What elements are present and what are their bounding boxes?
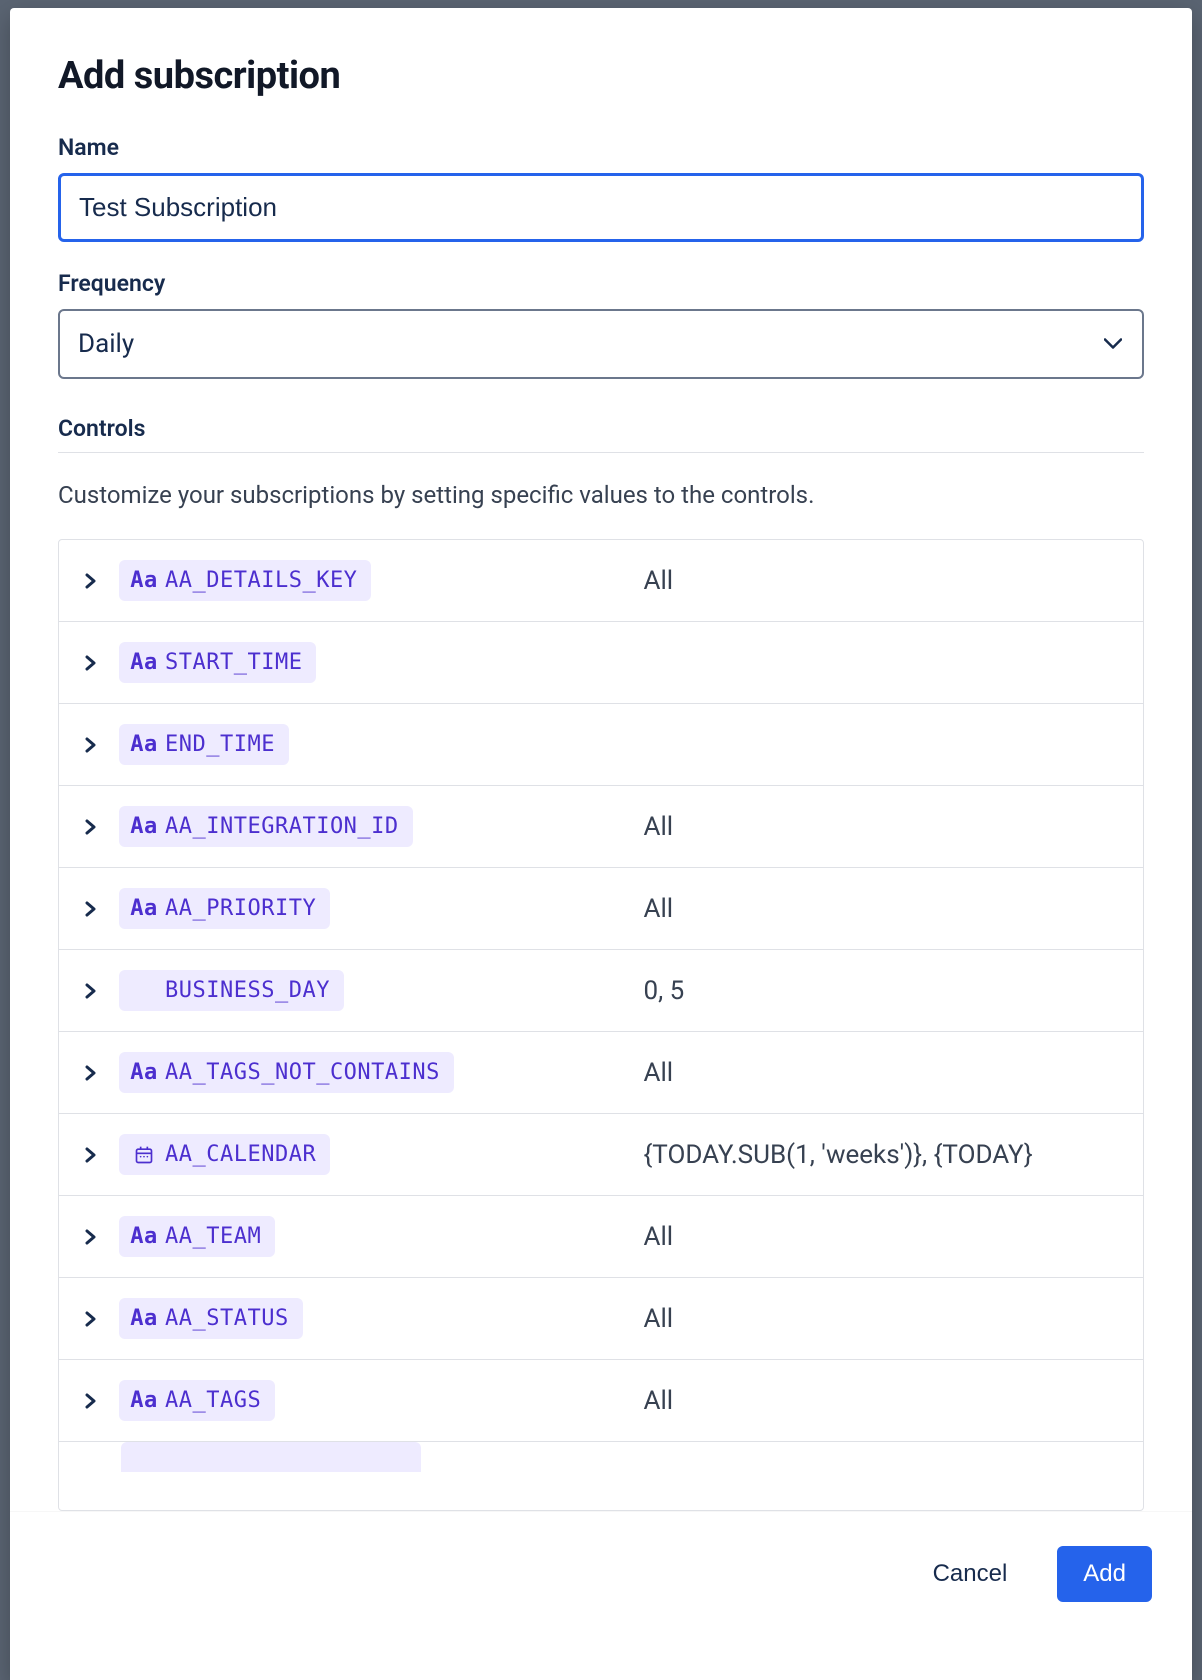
name-input[interactable] bbox=[58, 173, 1144, 242]
chevron-right-icon bbox=[85, 573, 97, 589]
controls-list: Aa AA_DETAILS_KEY All Aa START_TIME Aa END_TIM… bbox=[58, 539, 1144, 1511]
control-row[interactable]: AaBUSINESS_DAY 0, 5 bbox=[59, 950, 1143, 1032]
frequency-select[interactable]: Daily bbox=[58, 309, 1144, 379]
text-type-icon: Aa bbox=[133, 1224, 155, 1249]
control-param-chip: Aa AA_TAGS_NOT_CONTAINS bbox=[119, 1052, 454, 1093]
control-param-name: END_TIME bbox=[165, 732, 275, 757]
modal-footer: Cancel Add bbox=[10, 1511, 1192, 1680]
modal-title: Add subscription bbox=[58, 54, 1144, 98]
control-row[interactable]: Aa AA_STATUS All bbox=[59, 1278, 1143, 1360]
cancel-button[interactable]: Cancel bbox=[907, 1546, 1034, 1602]
control-param-chip: Aa AA_PRIORITY bbox=[119, 888, 330, 929]
control-param-name: AA_CALENDAR bbox=[165, 1142, 316, 1167]
expand-toggle[interactable] bbox=[71, 643, 111, 683]
expand-toggle[interactable] bbox=[71, 1053, 111, 1093]
chevron-right-icon bbox=[85, 1393, 97, 1409]
control-row[interactable]: Aa AA_TAGS_NOT_CONTAINS All bbox=[59, 1032, 1143, 1114]
control-param-chip: Aa AA_STATUS bbox=[119, 1298, 303, 1339]
control-param-name: AA_STATUS bbox=[165, 1306, 289, 1331]
control-value: All bbox=[643, 1304, 1143, 1334]
chevron-right-icon bbox=[85, 901, 97, 917]
control-row[interactable]: AA_CALENDAR {TODAY.SUB(1, 'weeks')}, {TOD… bbox=[59, 1114, 1143, 1196]
control-param-name: AA_TAGS_NOT_CONTAINS bbox=[165, 1060, 440, 1085]
expand-toggle[interactable] bbox=[71, 807, 111, 847]
control-value: All bbox=[643, 812, 1143, 842]
control-param-name: AA_TEAM bbox=[165, 1224, 261, 1249]
control-row[interactable] bbox=[59, 1442, 1143, 1472]
control-param-chip: Aa END_TIME bbox=[119, 724, 289, 765]
chevron-right-icon bbox=[85, 1065, 97, 1081]
chevron-right-icon bbox=[85, 819, 97, 835]
calendar-icon bbox=[133, 1145, 155, 1165]
control-param-name: AA_INTEGRATION_ID bbox=[165, 814, 399, 839]
control-param-chip: AaBUSINESS_DAY bbox=[119, 970, 344, 1011]
text-type-icon: Aa bbox=[133, 732, 155, 757]
expand-toggle[interactable] bbox=[71, 1135, 111, 1175]
control-param-name: START_TIME bbox=[165, 650, 302, 675]
expand-toggle[interactable] bbox=[71, 725, 111, 765]
control-param-chip: Aa AA_INTEGRATION_ID bbox=[119, 806, 413, 847]
text-type-icon: Aa bbox=[133, 568, 155, 593]
control-param-chip: Aa START_TIME bbox=[119, 642, 316, 683]
control-value: All bbox=[643, 566, 1143, 596]
control-param-chip: Aa AA_TAGS bbox=[119, 1380, 275, 1421]
text-type-icon: Aa bbox=[133, 1306, 155, 1331]
chevron-right-icon bbox=[85, 737, 97, 753]
control-param-name: AA_PRIORITY bbox=[165, 896, 316, 921]
frequency-value: Daily bbox=[58, 309, 1144, 379]
text-type-icon: Aa bbox=[133, 896, 155, 921]
control-row[interactable]: Aa AA_INTEGRATION_ID All bbox=[59, 786, 1143, 868]
expand-toggle[interactable] bbox=[71, 971, 111, 1011]
control-row[interactable]: Aa END_TIME bbox=[59, 704, 1143, 786]
expand-toggle[interactable] bbox=[71, 561, 111, 601]
control-param-chip: Aa AA_TEAM bbox=[119, 1216, 275, 1257]
control-value: All bbox=[643, 1058, 1143, 1088]
chevron-right-icon bbox=[85, 1147, 97, 1163]
expand-toggle[interactable] bbox=[71, 1299, 111, 1339]
text-type-icon: Aa bbox=[133, 1060, 155, 1085]
name-label: Name bbox=[58, 134, 1144, 161]
control-value: All bbox=[643, 1386, 1143, 1416]
frequency-field: Frequency Daily bbox=[58, 270, 1144, 379]
frequency-label: Frequency bbox=[58, 270, 1144, 297]
add-subscription-modal: Add subscription Name Frequency Daily Co… bbox=[10, 8, 1192, 1680]
control-value: All bbox=[643, 1222, 1143, 1252]
controls-section-header: Controls bbox=[58, 415, 1144, 453]
chevron-right-icon bbox=[85, 983, 97, 999]
control-row[interactable]: Aa START_TIME bbox=[59, 622, 1143, 704]
control-row[interactable]: Aa AA_TEAM All bbox=[59, 1196, 1143, 1278]
expand-toggle[interactable] bbox=[71, 1381, 111, 1421]
expand-toggle[interactable] bbox=[71, 1217, 111, 1257]
modal-body: Add subscription Name Frequency Daily Co… bbox=[10, 8, 1192, 1511]
name-field: Name bbox=[58, 134, 1144, 242]
control-row[interactable]: Aa AA_DETAILS_KEY All bbox=[59, 540, 1143, 622]
expand-toggle[interactable] bbox=[71, 889, 111, 929]
control-param-name: BUSINESS_DAY bbox=[165, 978, 330, 1003]
control-row[interactable]: Aa AA_TAGS All bbox=[59, 1360, 1143, 1442]
chevron-right-icon bbox=[85, 1311, 97, 1327]
control-param-chip: Aa AA_DETAILS_KEY bbox=[119, 560, 371, 601]
control-value: {TODAY.SUB(1, 'weeks')}, {TODAY} bbox=[643, 1140, 1143, 1170]
text-type-icon: Aa bbox=[133, 814, 155, 839]
control-param-name: AA_TAGS bbox=[165, 1388, 261, 1413]
chevron-right-icon bbox=[85, 655, 97, 671]
add-button[interactable]: Add bbox=[1057, 1546, 1152, 1602]
controls-section-desc: Customize your subscriptions by setting … bbox=[58, 481, 1144, 509]
control-param-chip: AA_CALENDAR bbox=[119, 1134, 330, 1175]
control-value: 0, 5 bbox=[643, 976, 1143, 1006]
control-row[interactable]: Aa AA_PRIORITY All bbox=[59, 868, 1143, 950]
control-value: All bbox=[643, 894, 1143, 924]
chevron-right-icon bbox=[85, 1229, 97, 1245]
text-type-icon: Aa bbox=[133, 1388, 155, 1413]
text-type-icon: Aa bbox=[133, 650, 155, 675]
control-param-name: AA_DETAILS_KEY bbox=[165, 568, 357, 593]
control-param-chip bbox=[121, 1442, 421, 1472]
